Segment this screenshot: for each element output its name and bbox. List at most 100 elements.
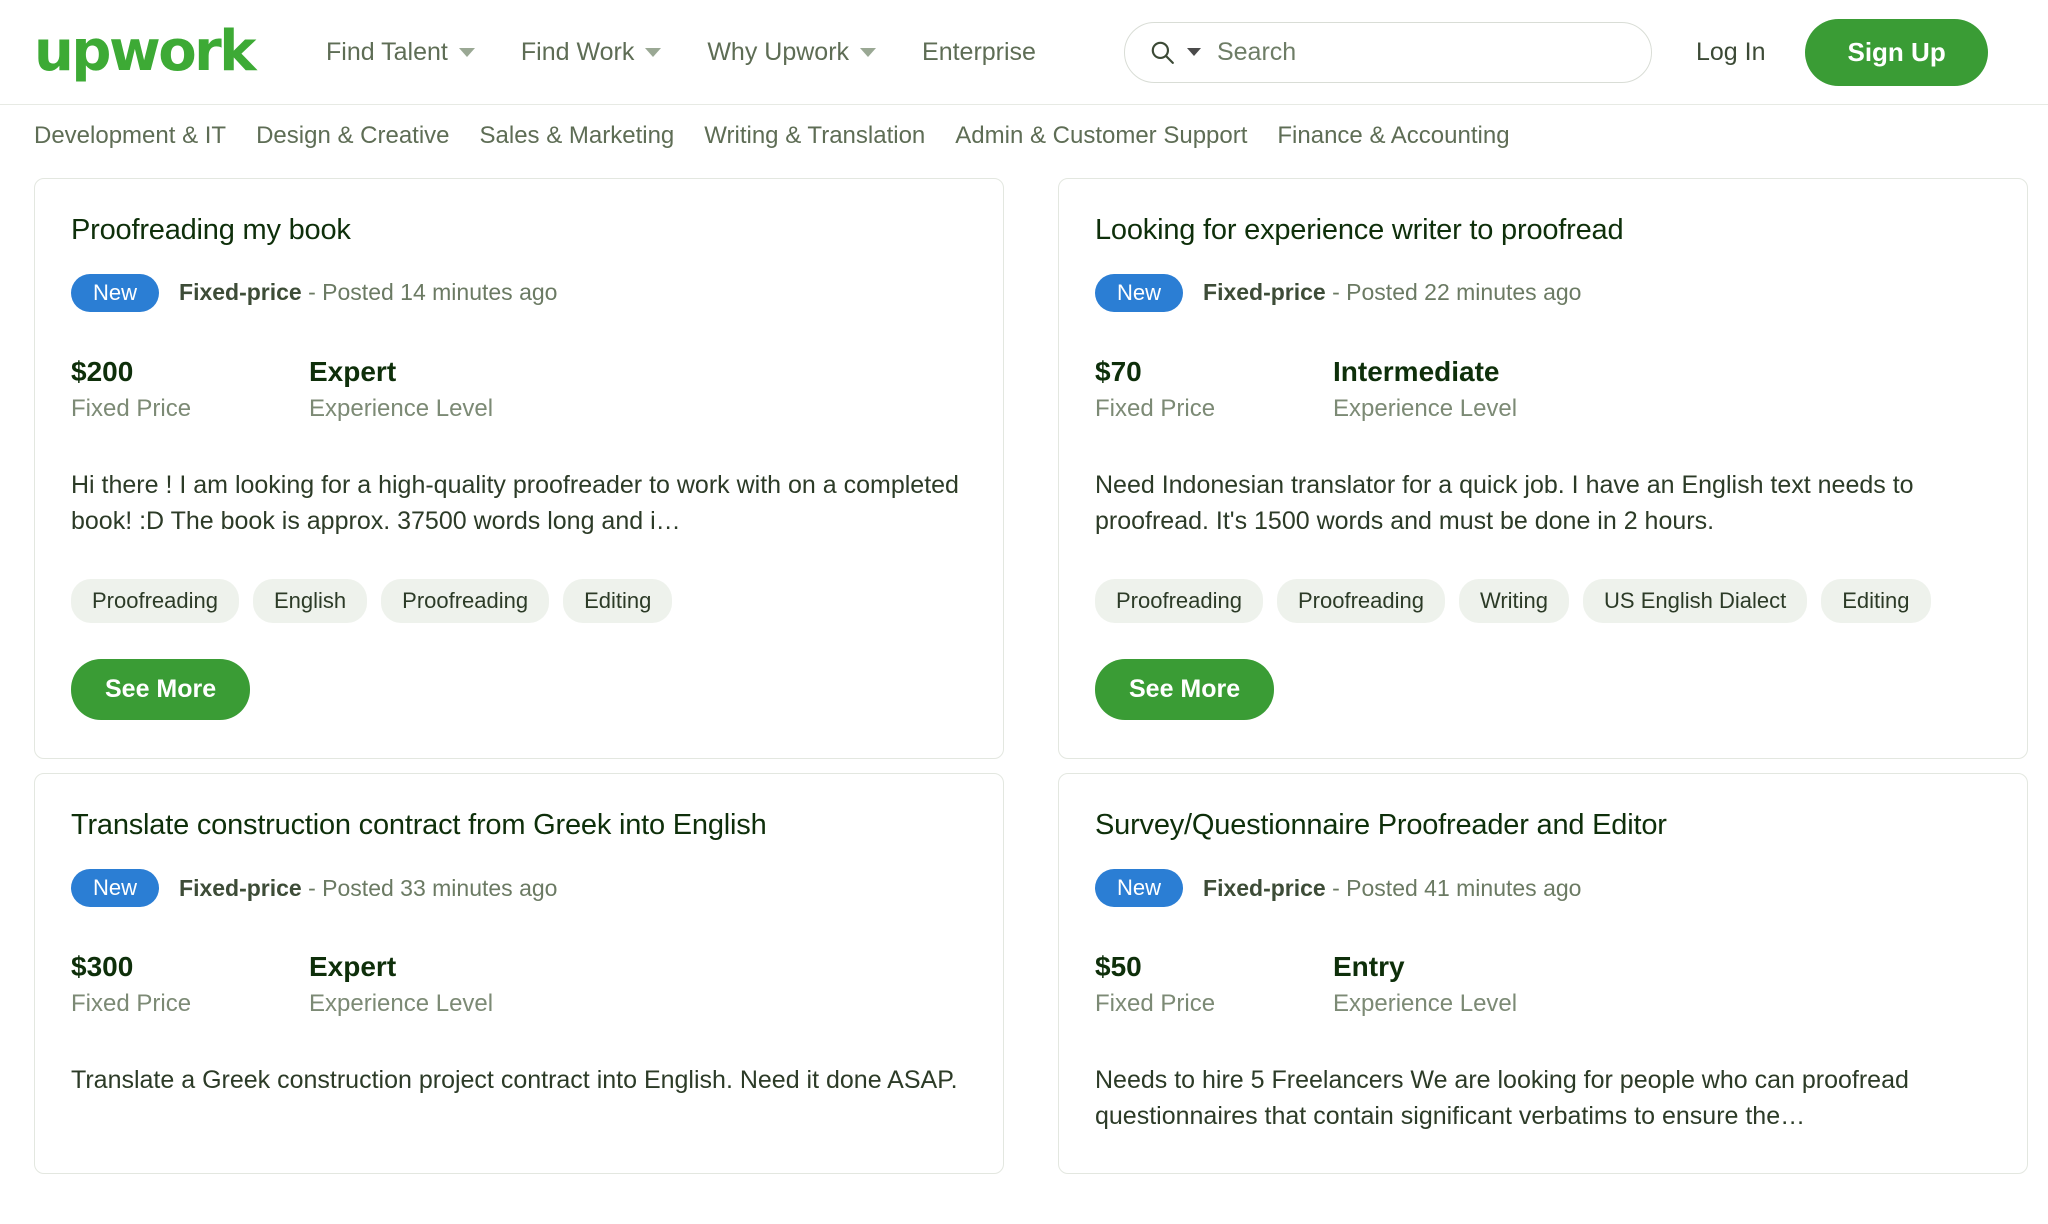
job-description: Translate a Greek construction project c… — [71, 1062, 967, 1098]
see-more-button[interactable]: See More — [71, 659, 250, 720]
status-badge: New — [71, 869, 159, 907]
job-posted-time: - Posted 22 minutes ago — [1332, 279, 1581, 305]
job-description: Needs to hire 5 Freelancers We are looki… — [1095, 1062, 1991, 1135]
job-title[interactable]: Survey/Questionnaire Proofreader and Edi… — [1095, 808, 1991, 843]
chevron-down-icon — [459, 48, 475, 57]
job-tags: Proofreading English Proofreading Editin… — [71, 579, 967, 623]
job-level-stat: Expert Experience Level — [309, 354, 547, 423]
nav-item-label: Why Upwork — [707, 38, 849, 67]
job-type-posted: Fixed-price - Posted 14 minutes ago — [179, 279, 557, 306]
category-admin-customer-support[interactable]: Admin & Customer Support — [955, 122, 1247, 150]
job-results-grid: Proofreading my book New Fixed-price - P… — [0, 166, 2048, 1174]
nav-item-find-work[interactable]: Find Work — [521, 38, 661, 67]
job-level-stat: Intermediate Experience Level — [1333, 354, 1571, 423]
job-price-label: Fixed Price — [1095, 395, 1333, 423]
search-icon — [1149, 39, 1175, 65]
status-badge: New — [1095, 274, 1183, 312]
nav-item-label: Enterprise — [922, 38, 1036, 67]
chevron-down-icon — [645, 48, 661, 57]
job-level-label: Experience Level — [1333, 990, 1571, 1018]
job-type-posted: Fixed-price - Posted 22 minutes ago — [1203, 279, 1581, 306]
job-card[interactable]: Looking for experience writer to proofre… — [1058, 178, 2028, 759]
job-posted-time: - Posted 33 minutes ago — [308, 875, 557, 901]
job-title[interactable]: Looking for experience writer to proofre… — [1095, 213, 1991, 248]
job-price: $50 — [1095, 949, 1333, 984]
job-level: Expert — [309, 354, 547, 389]
job-type: Fixed-price — [1203, 279, 1326, 305]
job-price-stat: $300 Fixed Price — [71, 949, 309, 1018]
search-input[interactable] — [1217, 38, 1627, 67]
job-price-label: Fixed Price — [1095, 990, 1333, 1018]
job-tag[interactable]: Proofreading — [381, 579, 549, 623]
job-tag[interactable]: English — [253, 579, 367, 623]
upwork-logo[interactable]: upwork — [34, 24, 254, 80]
job-tags: Proofreading Proofreading Writing US Eng… — [1095, 579, 1991, 623]
search-scope-chevron-down-icon[interactable] — [1187, 48, 1201, 56]
job-stats: $70 Fixed Price Intermediate Experience … — [1095, 354, 1991, 423]
job-level-stat: Expert Experience Level — [309, 949, 547, 1018]
job-posted-time: - Posted 41 minutes ago — [1332, 875, 1581, 901]
job-type: Fixed-price — [179, 875, 302, 901]
job-meta: New Fixed-price - Posted 22 minutes ago — [1095, 274, 1991, 312]
job-meta: New Fixed-price - Posted 14 minutes ago — [71, 274, 967, 312]
category-sales-marketing[interactable]: Sales & Marketing — [480, 122, 675, 150]
job-posted-time: - Posted 14 minutes ago — [308, 279, 557, 305]
status-badge: New — [1095, 869, 1183, 907]
status-badge: New — [71, 274, 159, 312]
nav-item-label: Find Talent — [326, 38, 448, 67]
job-card[interactable]: Translate construction contract from Gre… — [34, 773, 1004, 1173]
job-meta: New Fixed-price - Posted 41 minutes ago — [1095, 869, 1991, 907]
job-card[interactable]: Survey/Questionnaire Proofreader and Edi… — [1058, 773, 2028, 1173]
job-level: Entry — [1333, 949, 1571, 984]
job-tag[interactable]: Editing — [563, 579, 672, 623]
job-tag[interactable]: Proofreading — [1095, 579, 1263, 623]
job-price-label: Fixed Price — [71, 990, 309, 1018]
search-bar[interactable] — [1124, 22, 1652, 83]
job-type: Fixed-price — [179, 279, 302, 305]
job-type-posted: Fixed-price - Posted 41 minutes ago — [1203, 875, 1581, 902]
job-title[interactable]: Translate construction contract from Gre… — [71, 808, 967, 843]
job-price: $70 — [1095, 354, 1333, 389]
job-level: Expert — [309, 949, 547, 984]
nav-item-find-talent[interactable]: Find Talent — [326, 38, 475, 67]
job-description: Hi there ! I am looking for a high-quali… — [71, 467, 967, 540]
site-header: upwork Find Talent Find Work Why Upwork … — [0, 0, 2048, 104]
job-level-label: Experience Level — [309, 395, 547, 423]
job-title[interactable]: Proofreading my book — [71, 213, 967, 248]
job-level-label: Experience Level — [309, 990, 547, 1018]
chevron-down-icon — [860, 48, 876, 57]
job-price-stat: $50 Fixed Price — [1095, 949, 1333, 1018]
job-type: Fixed-price — [1203, 875, 1326, 901]
job-tag[interactable]: Proofreading — [71, 579, 239, 623]
category-nav: Development & IT Design & Creative Sales… — [0, 104, 2048, 166]
job-price: $200 — [71, 354, 309, 389]
job-level-stat: Entry Experience Level — [1333, 949, 1571, 1018]
job-description: Need Indonesian translator for a quick j… — [1095, 467, 1991, 540]
job-stats: $200 Fixed Price Expert Experience Level — [71, 354, 967, 423]
job-stats: $50 Fixed Price Entry Experience Level — [1095, 949, 1991, 1018]
category-development-it[interactable]: Development & IT — [34, 122, 226, 150]
job-card[interactable]: Proofreading my book New Fixed-price - P… — [34, 178, 1004, 759]
category-design-creative[interactable]: Design & Creative — [256, 122, 449, 150]
category-writing-translation[interactable]: Writing & Translation — [704, 122, 925, 150]
job-type-posted: Fixed-price - Posted 33 minutes ago — [179, 875, 557, 902]
job-price-label: Fixed Price — [71, 395, 309, 423]
see-more-button[interactable]: See More — [1095, 659, 1274, 720]
job-meta: New Fixed-price - Posted 33 minutes ago — [71, 869, 967, 907]
job-tag[interactable]: Editing — [1821, 579, 1930, 623]
job-tag[interactable]: Writing — [1459, 579, 1569, 623]
job-level: Intermediate — [1333, 354, 1571, 389]
job-tag[interactable]: US English Dialect — [1583, 579, 1807, 623]
log-in-link[interactable]: Log In — [1696, 38, 1766, 67]
sign-up-button[interactable]: Sign Up — [1805, 19, 1987, 86]
job-price-stat: $200 Fixed Price — [71, 354, 309, 423]
nav-item-label: Find Work — [521, 38, 634, 67]
job-price: $300 — [71, 949, 309, 984]
job-tag[interactable]: Proofreading — [1277, 579, 1445, 623]
primary-nav: Find Talent Find Work Why Upwork Enterpr… — [326, 38, 1036, 67]
nav-item-enterprise[interactable]: Enterprise — [922, 38, 1036, 67]
nav-item-why-upwork[interactable]: Why Upwork — [707, 38, 876, 67]
category-finance-accounting[interactable]: Finance & Accounting — [1277, 122, 1509, 150]
job-stats: $300 Fixed Price Expert Experience Level — [71, 949, 967, 1018]
job-price-stat: $70 Fixed Price — [1095, 354, 1333, 423]
